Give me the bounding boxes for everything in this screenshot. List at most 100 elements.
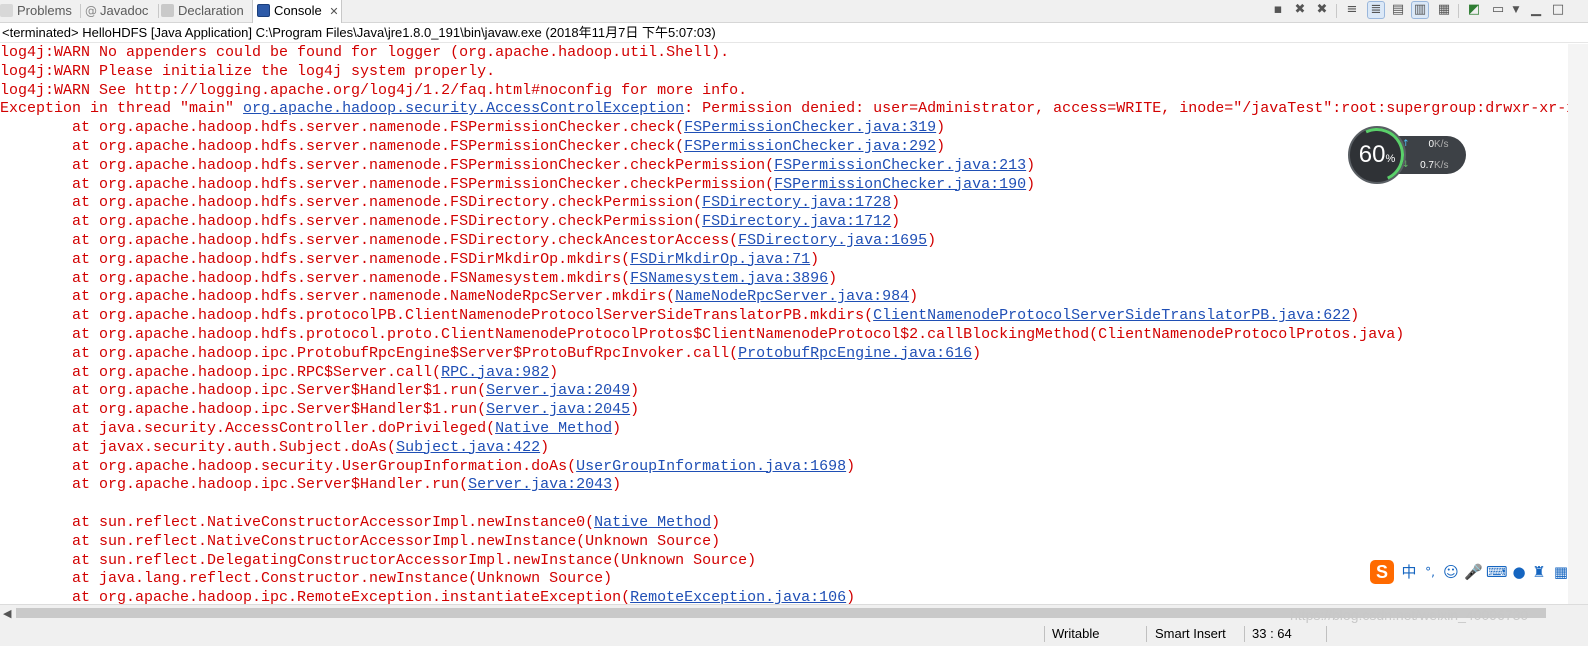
download-rate-unit: K/s bbox=[1434, 160, 1449, 171]
scroll-lock-icon[interactable]: ≡ bbox=[1344, 2, 1360, 18]
stack-frame: at org.apache.hadoop.hdfs.server.namenod… bbox=[0, 119, 1568, 138]
source-link[interactable]: Server.java:2043 bbox=[468, 476, 612, 493]
source-link[interactable]: RPC.java:982 bbox=[441, 364, 549, 381]
minimize-icon[interactable]: ▁ bbox=[1528, 2, 1544, 18]
source-link[interactable]: FSDirectory.java:1695 bbox=[738, 232, 927, 249]
dropdown-icon[interactable]: ▼ bbox=[1508, 2, 1524, 18]
source-link[interactable]: ProtobufRpcEngine.java:616 bbox=[738, 345, 972, 362]
writable-status: Writable bbox=[1052, 626, 1100, 641]
usage-percent-unit: % bbox=[1385, 153, 1396, 165]
status-divider bbox=[1146, 626, 1147, 642]
tab-problems[interactable]: Problems bbox=[0, 0, 76, 22]
exception-line: Exception in thread "main" org.apache.ha… bbox=[0, 100, 1568, 119]
pin-console-icon[interactable]: ▦ bbox=[1436, 2, 1452, 18]
source-link[interactable]: Server.java:2049 bbox=[486, 382, 630, 399]
sogou-logo[interactable]: S bbox=[1370, 560, 1394, 584]
word-wrap-icon[interactable]: ≣ bbox=[1367, 1, 1385, 19]
source-link[interactable]: FSPermissionChecker.java:190 bbox=[774, 176, 1026, 193]
upload-rate-unit: K/s bbox=[1434, 139, 1449, 150]
show-on-stdout-icon[interactable]: ▤ bbox=[1390, 2, 1406, 18]
source-link[interactable]: Subject.java:422 bbox=[396, 439, 540, 456]
usage-percent: 60% bbox=[1348, 126, 1406, 184]
download-rate: ↓ 0.7K/s bbox=[1402, 160, 1449, 171]
cursor-position: 33 : 64 bbox=[1252, 626, 1292, 641]
ime-toolbar[interactable]: S 中 °, ☺ 🎤 ⌨ ● ♜ ▦ bbox=[1368, 558, 1588, 586]
chinese-mode-toggle[interactable]: 中 bbox=[1400, 562, 1418, 582]
stack-frame: at org.apache.hadoop.ipc.Server$Handler.… bbox=[0, 476, 1568, 495]
source-link[interactable]: Native Method bbox=[495, 420, 612, 437]
console-output[interactable]: log4j:WARN No appenders could be found f… bbox=[0, 44, 1568, 604]
open-console-icon[interactable]: ▭ bbox=[1490, 2, 1506, 18]
close-tab-icon[interactable]: ✕ bbox=[329, 5, 338, 18]
stack-frame-method: at org.apache.hadoop.ipc.RPC$Server.call… bbox=[72, 363, 442, 381]
source-link[interactable]: FSPermissionChecker.java:292 bbox=[684, 138, 936, 155]
toolbox-icon[interactable]: ▦ bbox=[1552, 562, 1570, 582]
upload-arrow-icon: ↑ bbox=[1402, 139, 1410, 149]
tab-javadoc[interactable]: @ Javadoc bbox=[85, 0, 165, 22]
skin-icon[interactable]: ♜ bbox=[1530, 562, 1548, 582]
vertical-scrollbar[interactable] bbox=[1568, 44, 1588, 604]
stack-frame: at org.apache.hadoop.ipc.Server$Handler$… bbox=[0, 382, 1568, 401]
stack-frame-close: ) bbox=[909, 288, 919, 306]
process-description: <terminated> HelloHDFS [Java Application… bbox=[0, 23, 1588, 43]
source-link[interactable]: FSDirectory.java:1728 bbox=[702, 194, 891, 211]
stack-frame-close: ) bbox=[630, 401, 640, 419]
display-console-icon[interactable]: ◩ bbox=[1466, 2, 1482, 18]
keyboard-icon[interactable]: ⌨ bbox=[1486, 562, 1508, 582]
stack-frame-method: at org.apache.hadoop.hdfs.server.namenod… bbox=[72, 175, 775, 193]
upload-rate-value: 0 bbox=[1428, 139, 1434, 150]
maximize-icon[interactable]: □ bbox=[1550, 2, 1566, 18]
microphone-icon[interactable]: 🎤 bbox=[1464, 562, 1483, 582]
source-link[interactable]: FSDirectory.java:1712 bbox=[702, 213, 891, 230]
tab-console[interactable]: Console ✕ bbox=[252, 0, 342, 23]
source-link[interactable]: Server.java:2045 bbox=[486, 401, 630, 418]
emoji-icon[interactable]: ☺ bbox=[1442, 562, 1460, 582]
stack-frame-method: at org.apache.hadoop.hdfs.server.namenod… bbox=[72, 250, 631, 268]
stack-frame-close: ) bbox=[540, 438, 550, 456]
source-link[interactable]: ClientNamenodeProtocolServerSideTranslat… bbox=[873, 307, 1350, 324]
user-icon[interactable]: ● bbox=[1510, 562, 1528, 582]
source-link[interactable]: NameNodeRpcServer.java:984 bbox=[675, 288, 909, 305]
download-arrow-icon: ↓ bbox=[1402, 160, 1410, 170]
exception-class-link[interactable]: org.apache.hadoop.security.AccessControl… bbox=[243, 100, 684, 117]
stack-frame: at sun.reflect.NativeConstructorAccessor… bbox=[0, 514, 1568, 533]
source-link[interactable]: RemoteException.java:106 bbox=[630, 589, 846, 604]
stack-frame-close: ) bbox=[972, 344, 982, 362]
stack-frame: at org.apache.hadoop.hdfs.protocolPB.Cli… bbox=[0, 307, 1568, 326]
source-link[interactable]: FSDirMkdirOp.java:71 bbox=[630, 251, 810, 268]
declaration-icon bbox=[161, 4, 174, 17]
status-divider bbox=[1244, 626, 1245, 642]
tab-declaration[interactable]: Declaration bbox=[161, 0, 251, 22]
upload-rate: ↑ 0K/s bbox=[1402, 139, 1449, 150]
stack-frame-method: at org.apache.hadoop.ipc.Server$Handler.… bbox=[72, 476, 469, 494]
terminate-icon[interactable]: ✖ bbox=[1292, 2, 1308, 18]
insert-mode-status: Smart Insert bbox=[1155, 626, 1226, 641]
source-link[interactable]: Native Method bbox=[594, 514, 711, 531]
scroll-left-icon[interactable]: ◀ bbox=[3, 605, 11, 622]
stack-frame-method: at org.apache.hadoop.security.UserGroupI… bbox=[72, 457, 577, 475]
punctuation-toggle[interactable]: °, bbox=[1422, 562, 1438, 582]
tab-console-label: Console bbox=[274, 3, 322, 18]
log-line: log4j:WARN See http://logging.apache.org… bbox=[0, 81, 748, 99]
source-link[interactable]: FSNamesystem.java:3896 bbox=[630, 270, 828, 287]
source-link[interactable]: UserGroupInformation.java:1698 bbox=[576, 458, 846, 475]
console-view-tabbar: Problems @ Javadoc Declaration Console ✕ … bbox=[0, 0, 1588, 23]
stack-frame: at org.apache.hadoop.hdfs.server.namenod… bbox=[0, 194, 1568, 213]
stack-frame: at org.apache.hadoop.hdfs.server.namenod… bbox=[0, 288, 1568, 307]
source-link[interactable]: FSPermissionChecker.java:213 bbox=[774, 157, 1026, 174]
remove-all-terminated-icon[interactable]: ✖ bbox=[1314, 2, 1330, 18]
watermark: https://blog.csdn.net/weixin_40096730 bbox=[1290, 607, 1529, 623]
show-on-stderr-icon[interactable]: ▥ bbox=[1411, 1, 1429, 19]
stack-frame: at org.apache.hadoop.hdfs.server.namenod… bbox=[0, 213, 1568, 232]
stack-frame-method: at org.apache.hadoop.hdfs.server.namenod… bbox=[72, 137, 685, 155]
stack-frame-close: ) bbox=[630, 382, 640, 400]
stack-frame: at org.apache.hadoop.ipc.RPC$Server.call… bbox=[0, 364, 1568, 383]
stack-frame-close: ) bbox=[711, 513, 721, 531]
network-speed-widget[interactable]: 60% ↑ 0K/s ↓ 0.7K/s bbox=[1342, 120, 1466, 190]
status-divider bbox=[1326, 626, 1327, 642]
source-link[interactable]: FSPermissionChecker.java:319 bbox=[684, 119, 936, 136]
clear-console-icon[interactable]: ▪ bbox=[1270, 2, 1286, 18]
stack-frame-close: ) bbox=[927, 231, 937, 249]
stack-frame-method: at org.apache.hadoop.hdfs.server.namenod… bbox=[72, 288, 676, 306]
